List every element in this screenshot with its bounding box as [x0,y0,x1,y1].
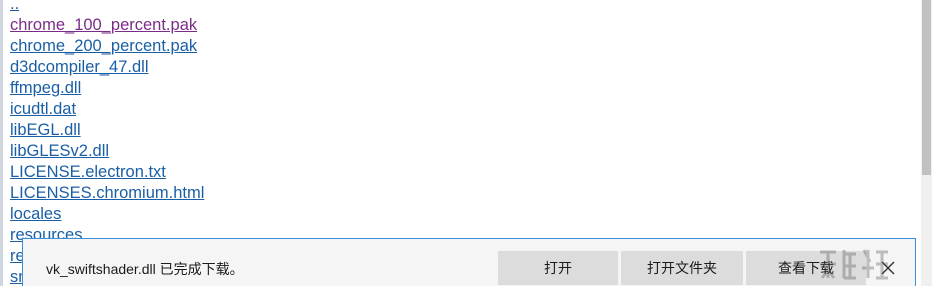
scrollbar-thumb[interactable] [922,0,931,175]
view-downloads-button[interactable]: 查看下载 [746,251,866,285]
file-link[interactable]: libEGL.dll [10,121,81,139]
list-item: chrome_100_percent.pak [10,15,204,36]
list-item: locales [10,204,204,225]
file-link[interactable]: icudtl.dat [10,100,76,118]
vertical-scrollbar[interactable] [921,0,932,286]
file-link[interactable]: libGLESv2.dll [10,142,109,160]
open-button[interactable]: 打开 [498,251,618,285]
list-item: LICENSE.electron.txt [10,162,204,183]
download-notification-bar: vk_swiftshader.dll 已完成下载。 打开 打开文件夹 查看下载 [22,238,916,286]
file-link[interactable]: chrome_200_percent.pak [10,37,197,55]
file-link[interactable]: chrome_100_percent.pak [10,16,197,34]
file-link[interactable]: LICENSE.electron.txt [10,163,166,181]
list-item: ffmpeg.dll [10,78,204,99]
window-left-border [0,0,3,286]
download-complete-message: vk_swiftshader.dll 已完成下载。 [46,261,244,277]
close-icon[interactable] [877,257,899,279]
list-item: libEGL.dll [10,120,204,141]
list-item: d3dcompiler_47.dll [10,57,204,78]
folder-link[interactable]: locales [10,205,61,223]
file-link[interactable]: ffmpeg.dll [10,79,81,97]
file-link[interactable]: LICENSES.chromium.html [10,184,204,202]
list-item: icudtl.dat [10,99,204,120]
open-folder-button[interactable]: 打开文件夹 [621,251,743,285]
list-item: chrome_200_percent.pak [10,36,204,57]
list-item: libGLESv2.dll [10,141,204,162]
list-item: LICENSES.chromium.html [10,183,204,204]
file-link[interactable]: d3dcompiler_47.dll [10,58,149,76]
list-item: .. [10,0,204,15]
parent-directory-link[interactable]: .. [10,0,19,13]
